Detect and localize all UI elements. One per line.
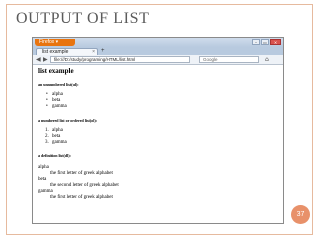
window-controls: – ▭ × — [252, 39, 281, 45]
page-heading: list example — [38, 67, 74, 75]
maximize-button[interactable]: ▭ — [261, 39, 269, 45]
back-arrow-icon[interactable]: ◀ — [36, 56, 41, 63]
navigation-bar: ◀ ▶ file:///D:/study/programing/HTML/lis… — [33, 55, 283, 65]
definition-list-heading: a definition list(dl): — [38, 153, 71, 158]
firefox-menu-button[interactable]: Firefox ▾ — [35, 39, 75, 46]
bullet-icon: • — [46, 104, 48, 109]
slide-title: OUTPUT OF LIST — [16, 10, 150, 27]
tab-list-example[interactable]: list example × — [36, 48, 98, 55]
new-tab-button[interactable]: + — [101, 48, 105, 54]
page-content: list example an unnumbered list(ul): • a… — [38, 67, 278, 223]
browser-titlebar: Firefox ▾ – ▭ × — [33, 38, 283, 47]
search-input[interactable]: Google — [199, 56, 259, 63]
list-number: 3. — [45, 140, 49, 145]
list-item: gamma — [52, 140, 67, 145]
browser-window: Firefox ▾ – ▭ × list example × + ◀ ▶ fil… — [32, 37, 284, 224]
definition-term: alpha — [38, 165, 49, 170]
tab-bar: list example × + — [33, 47, 283, 55]
page-number-badge: 37 — [291, 205, 310, 224]
close-window-button[interactable]: × — [270, 39, 281, 45]
list-item: gamma — [52, 104, 67, 109]
minimize-button[interactable]: – — [252, 39, 260, 45]
definition-description: the second letter of greek alphabet — [50, 183, 119, 188]
ordered-list-heading: a numbered list or ordered list(ol): — [38, 118, 97, 123]
forward-arrow-icon[interactable]: ▶ — [43, 56, 48, 63]
definition-term: beta — [38, 177, 47, 182]
definition-description: the first letter of greek alphabet — [50, 195, 113, 200]
definition-description: the first letter of greek alphabet — [50, 171, 113, 176]
home-icon[interactable]: ⌂ — [265, 56, 269, 63]
url-bar[interactable]: file:///D:/study/programing/HTML/list.ht… — [50, 56, 190, 63]
unordered-list-heading: an unnumbered list(ul): — [38, 82, 79, 87]
